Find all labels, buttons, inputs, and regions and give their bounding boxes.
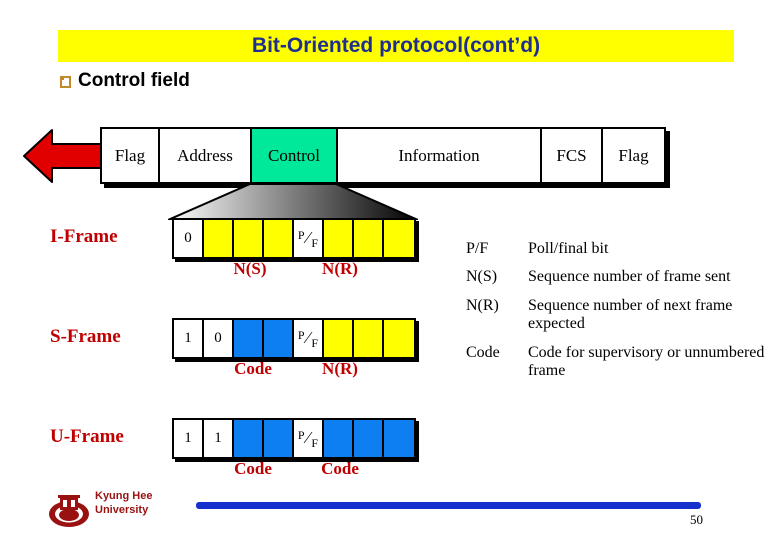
bit-cell: 0: [204, 320, 234, 357]
page-number: 50: [690, 512, 703, 527]
university-name-line1: Kyung Hee: [95, 490, 153, 502]
legend-description: Sequence number of frame sent: [528, 268, 731, 286]
bit-row-label-s-frame: S-Frame: [50, 326, 121, 347]
bit-cell: [264, 320, 294, 357]
legend-description: Sequence number of next frame expected: [528, 296, 733, 333]
poll-final-bit-label: P ⁄ F: [297, 328, 319, 350]
frame-field-label: FCS: [556, 145, 587, 165]
bit-cell: [354, 420, 384, 457]
bit-group-label: N(R): [322, 259, 358, 278]
bit-cell: [234, 420, 264, 457]
bit-cell: [234, 320, 264, 357]
frame-field-control-2: Control: [252, 129, 338, 182]
bit-field-row-u-frame: 1 1 P ⁄ F: [172, 418, 416, 459]
bit-cell-value: 1: [214, 430, 222, 446]
legend-term: P/F: [466, 240, 489, 257]
bit-cell-value: 1: [184, 330, 192, 346]
bit-group-label: N(S): [233, 259, 267, 278]
bullet-item-control-field: Control field: [60, 70, 190, 92]
legend-term: N(S): [466, 268, 498, 286]
bit-cell: [324, 320, 354, 357]
bullet-item-label: Control field: [78, 70, 190, 91]
bit-cell: 1: [204, 420, 234, 457]
bit-cell-value: 1: [184, 430, 192, 446]
frame-field-flag-5: Flag: [603, 129, 664, 182]
zoom-funnel-shape: [168, 184, 418, 220]
hdlc-frame-strip: Flag Address Control Information FCS Flag: [100, 127, 666, 184]
bit-group-label: Code: [234, 359, 272, 378]
legend-row: N(R) Sequence number of next frame expect…: [466, 297, 766, 334]
legend-term: Code: [466, 343, 500, 361]
page-title: Bit-Oriented protocol(cont’d): [251, 34, 541, 57]
bit-cell: [324, 220, 354, 257]
footer-accent-bar: [196, 502, 701, 509]
legend-description: Poll/final bit: [528, 240, 609, 257]
bit-cell: [384, 320, 414, 357]
bullet-square-icon: [60, 76, 71, 88]
poll-final-bit-label: P ⁄ F: [297, 428, 319, 450]
university-name: Kyung Hee University: [95, 489, 152, 517]
bit-field-row-i-frame: 0 P ⁄ F: [172, 218, 416, 259]
bit-cell: [354, 220, 384, 257]
bit-cell-value: 0: [214, 330, 222, 346]
frame-field-fcs-4: FCS: [542, 129, 603, 182]
bit-cell-value: 0: [184, 230, 192, 246]
bit-cell: [234, 220, 264, 257]
frame-field-information-3: Information: [338, 129, 542, 182]
frame-field-label: Flag: [114, 145, 146, 165]
bit-cell: [384, 420, 414, 457]
legend-row: Code Code for supervisory or unnumbered f…: [466, 344, 766, 381]
bit-cell: [324, 420, 354, 457]
bit-group-label: Code: [234, 459, 272, 478]
university-name-line2: University: [95, 504, 149, 516]
frame-field-address-1: Address: [160, 129, 252, 182]
legend-row: P/F Poll/final bit: [466, 240, 766, 258]
legend-term: N(R): [466, 296, 499, 314]
frame-field-flag-0: Flag: [102, 129, 160, 182]
bit-field-row-s-frame: 1 0 P ⁄ F: [172, 318, 416, 359]
bit-cell: P ⁄ F: [294, 220, 324, 257]
direction-arrow-icon: [23, 129, 104, 183]
bit-cell: P ⁄ F: [294, 420, 324, 457]
bit-cell: [204, 220, 234, 257]
bit-cell: 0: [174, 220, 204, 257]
bit-cell: 1: [174, 320, 204, 357]
bit-row-label-i-frame: I-Frame: [50, 226, 118, 247]
bit-cell: [384, 220, 414, 257]
bit-cell: [264, 420, 294, 457]
slide-canvas: Bit-Oriented protocol(cont’d) Control fi…: [0, 0, 780, 540]
frame-field-label: Address: [177, 145, 233, 165]
frame-field-label: Flag: [618, 145, 649, 165]
bit-cell: [264, 220, 294, 257]
bit-cell: P ⁄ F: [294, 320, 324, 357]
bit-cell: [354, 320, 384, 357]
bit-group-label: N(R): [322, 359, 358, 378]
legend-description: Code for supervisory or unnumbered frame: [528, 343, 765, 379]
bit-row-label-u-frame: U-Frame: [50, 426, 124, 447]
legend-list: P/F Poll/final bit N(S) Sequence number of …: [466, 240, 766, 390]
poll-final-bit-label: P ⁄ F: [297, 228, 319, 250]
university-logo-icon: [49, 495, 89, 527]
legend-row: N(S) Sequence number of frame sent: [466, 268, 766, 286]
bit-cell: 1: [174, 420, 204, 457]
frame-field-label: Control: [268, 145, 320, 165]
frame-field-label: Information: [398, 145, 480, 165]
bit-group-label: Code: [321, 459, 359, 478]
